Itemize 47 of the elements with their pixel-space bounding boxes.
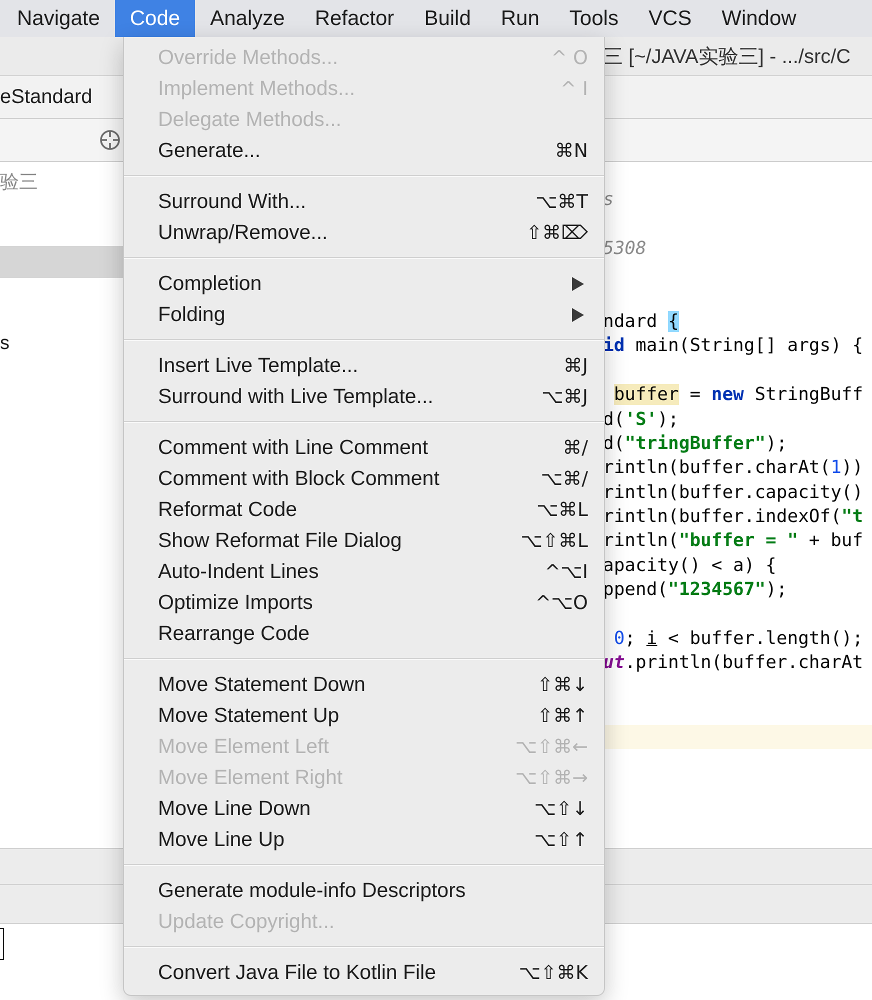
menu-item[interactable]: Surround With... ⌥⌘T [124,186,604,217]
menu-bar-item[interactable]: Build [409,0,486,37]
menu-item[interactable]: Generate... ⌘N [124,135,604,166]
menu-item[interactable]: Move Statement Down ⇧⌘↓ [124,669,604,700]
menu-item[interactable]: Unwrap/Remove... ⇧⌘⌦ [124,217,604,248]
menu-item[interactable]: Auto-Indent Lines ^⌥I [124,556,604,587]
code-line: 0; i < buffer.length(); [612,627,864,652]
menu-bar-item[interactable]: VCS [633,0,707,37]
menu-item[interactable]: Reformat Code ⌥⌘L [124,494,604,525]
menu-item[interactable]: Show Reformat File Dialog ⌥⇧⌘L [124,525,604,556]
menu-item[interactable]: Move Line Up ⌥⇧↑ [124,824,604,855]
menu-item[interactable]: Comment with Line Comment ⌘/ [124,432,604,463]
menu-bar-item[interactable]: Tools [554,0,634,37]
code-line: ndard { [603,310,680,334]
menu-bar-item[interactable]: Run [486,0,554,37]
menu-item[interactable]: Optimize Imports ^⌥O [124,587,604,618]
project-tree-item[interactable]: s [0,328,123,360]
menu-item[interactable]: Move Statement Up ⇧⌘↑ [124,700,604,731]
menu-bar-item[interactable]: Code [114,0,196,37]
menu-item[interactable]: Folding [124,299,604,330]
code-line: 5308 [603,236,648,261]
locate-icon[interactable] [99,129,121,151]
code-line: buffer = new StringBuff [612,383,864,408]
code-line: rintln("buffer = " + buf [603,529,864,554]
code-line: s [603,188,615,212]
menu-item[interactable]: Rearrange Code [124,618,604,649]
breadcrumb[interactable]: eStandard [0,86,92,108]
menu-item[interactable]: Completion [124,268,604,299]
menu-item[interactable]: Convert Java File to Kotlin File ⌥⇧⌘K [124,957,604,988]
code-line: rintln(buffer.charAt(1)) [603,456,864,480]
menu-bar-item[interactable]: Navigate [2,0,115,37]
code-line: rintln(buffer.capacity() [603,480,864,505]
menu-item[interactable]: Move Line Down ⌥⇧↓ [124,793,604,824]
menu-item[interactable]: Surround with Live Template... ⌥⌘J [124,381,604,412]
menu-bar-item[interactable]: Refactor [300,0,410,37]
code-line: ut.println(buffer.charAt [603,651,864,676]
code-line: apacity() < a) { [603,554,778,578]
input-field[interactable] [0,928,4,960]
menu-bar-item[interactable]: Window [706,0,812,37]
code-line: ppend("1234567"); [603,578,788,602]
menu-bar-item[interactable]: Analyze [195,0,300,37]
menu-item[interactable]: Insert Live Template... ⌘J [124,350,604,381]
menu-item[interactable]: Comment with Block Comment ⌥⌘/ [124,463,604,494]
code-line: rintln(buffer.indexOf("t [603,505,864,530]
menu-item[interactable]: Generate module-info Descriptors [124,875,604,906]
window-title: 三 [~/JAVA实验三] - .../src/C [603,44,851,70]
code-line: id main(String[] args) { [603,334,864,358]
